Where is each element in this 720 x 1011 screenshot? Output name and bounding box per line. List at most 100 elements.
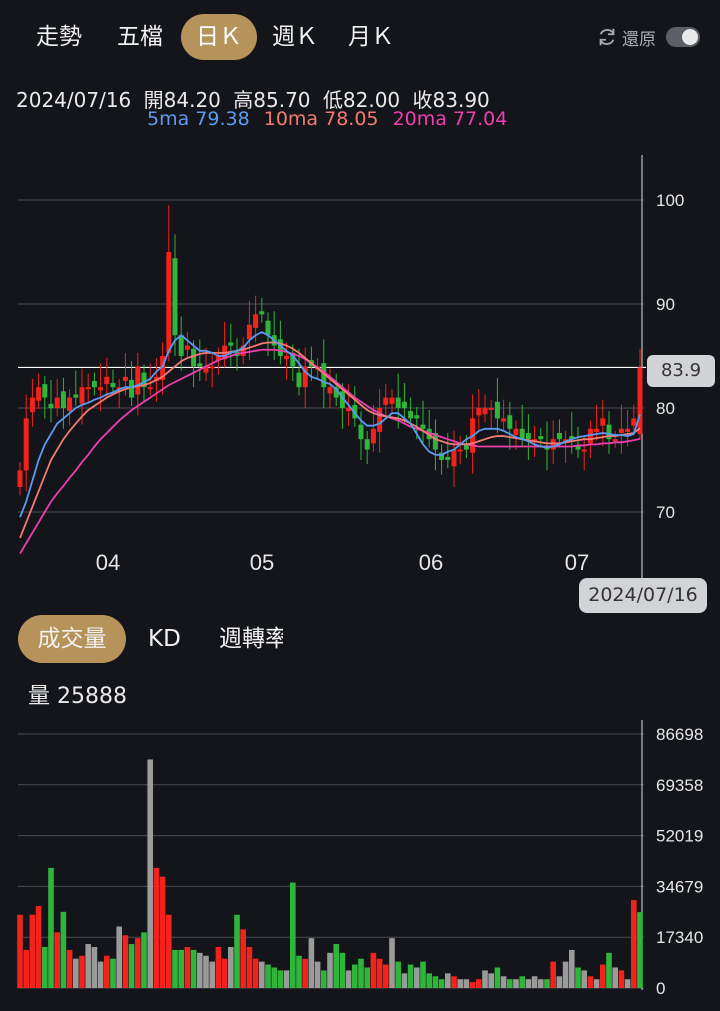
volume-chart[interactable]: 86698 69358 52019 34679 17340 0 [0,720,720,1011]
tab-trend[interactable]: 走勢 [28,14,90,60]
volume-tick-label: 0 [656,979,665,998]
current-price-badge: 83.9 [647,355,715,387]
volume-bar [184,946,191,988]
candle-body [488,408,494,410]
candle-body [494,401,500,419]
candle-body [600,418,606,426]
volume-bar [426,973,432,988]
volume-bar [321,970,327,988]
candle-body [501,418,507,422]
tab-weekly-k[interactable]: 週Ｋ [264,14,326,60]
volume-bar [538,979,544,988]
volume-bar [35,905,42,988]
candle-body [420,424,426,429]
volume-tick-label: 69358 [656,776,703,795]
volume-bar [556,976,563,988]
candle-body [370,428,376,444]
candle-body [129,379,135,398]
volume-bar [482,970,488,988]
candle-body [135,366,141,395]
month-label: 05 [250,550,274,575]
candle-body [445,456,451,460]
restore-control[interactable]: 還原 [596,24,656,50]
candle-body [178,335,184,356]
candle-body [389,397,395,404]
price-tick-label: 70 [656,503,675,522]
candle-body [67,397,73,412]
volume-bar [345,970,352,988]
candle-body [85,387,91,390]
cursor-date-badge: 2024/07/16 [579,578,707,613]
candle-body [383,397,389,405]
volume-bar [612,967,618,988]
candle-body [507,415,513,429]
candle-body [104,376,110,385]
volume-bar [147,759,153,988]
price-tick-label: 80 [656,399,675,418]
candle-body [246,324,252,340]
volume-bar [488,973,494,988]
month-label: 07 [565,550,589,575]
candle-body [60,391,66,408]
volume-bar [587,976,594,988]
volume-bar [221,958,228,988]
tab-five-levels[interactable]: 五檔 [109,14,171,60]
volume-bar [259,961,265,988]
tab-kd[interactable]: KD [148,615,188,663]
candle-body [17,470,23,488]
volume-bar [246,946,253,988]
volume-bar [432,976,439,988]
volume-bar [215,946,222,988]
tab-monthly-k[interactable]: 月Ｋ [340,14,402,60]
tab-volume[interactable]: 成交量 [18,615,126,663]
tab-turnover[interactable]: 週轉率 [219,615,283,663]
candle-body [476,408,482,416]
volume-bar [637,912,643,988]
volume-bar [445,973,451,988]
candle-body [284,356,290,360]
candle-body [612,439,618,442]
candle-body [79,387,85,404]
ma5-label: 5ma [147,108,190,130]
volume-bar [159,876,166,988]
candle-body [29,397,35,413]
candle-body [36,387,42,401]
volume-bar [308,938,315,988]
candle-body [184,345,190,350]
volume-bar [128,944,135,988]
volume-bar [203,955,209,988]
toggle-knob [682,29,698,45]
info-date: 2024/07/16 [16,88,132,112]
price-chart[interactable]: 100 90 80 70 04 05 06 07 [0,150,720,580]
volume-bar [277,970,284,988]
volume-bar [562,961,569,988]
candle-body [23,418,29,471]
price-tick-label: 90 [656,295,675,314]
volume-bar [73,958,79,988]
candle-body [327,387,333,394]
volume-bar [66,949,73,988]
volume-bar [48,867,54,988]
ma20-label: 20ma [392,108,447,130]
candle-body [259,311,265,315]
volume-bar [252,958,259,988]
candle-body [91,380,97,388]
candle-body [265,320,271,336]
volume-bar [85,944,91,988]
candle-body [172,258,178,336]
month-label: 06 [419,550,443,575]
candle-body [166,252,172,353]
indicator-tabs: 成交量 KD 週轉率 [0,614,720,666]
restore-toggle[interactable] [666,27,700,47]
volume-bar [457,979,463,988]
ma-info: 5ma 79.38 10ma 78.05 20ma 77.04 [147,108,515,130]
volume-bar [389,938,395,988]
ma10-value: 78.05 [324,108,379,130]
price-tick-label: 100 [656,191,684,210]
volume-tick-label: 52019 [656,827,703,846]
volume-bar [383,964,389,988]
candle-body [191,348,197,367]
tab-daily-k[interactable]: 日Ｋ [181,14,257,60]
volume-bar [153,867,160,988]
volume-bar [569,949,575,988]
